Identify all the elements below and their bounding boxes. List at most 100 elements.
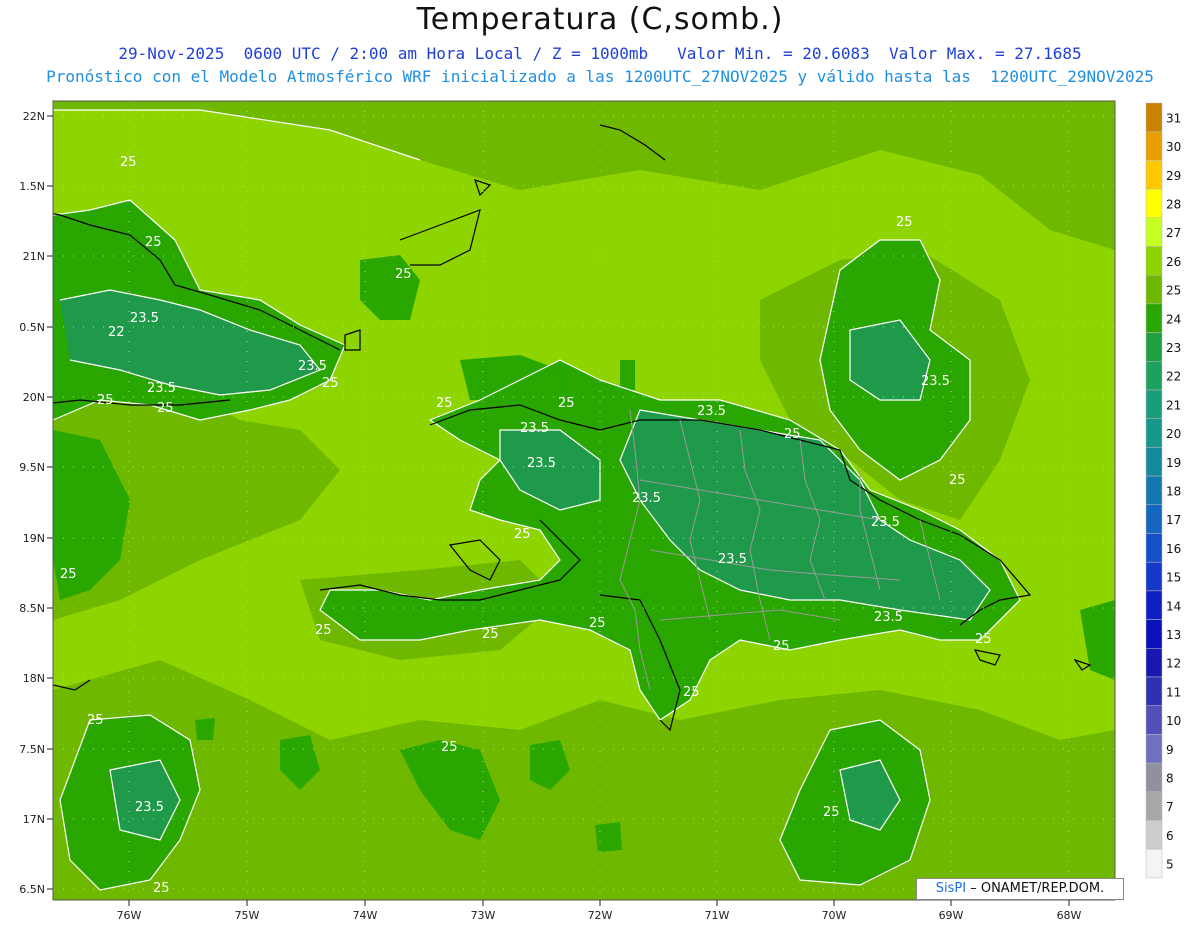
colorbar-swatch (1145, 619, 1163, 649)
colorbar-swatch (1145, 676, 1163, 706)
colorbar-swatch (1145, 734, 1163, 764)
contour-label: 25 (589, 616, 606, 631)
colorbar-swatch (1145, 217, 1163, 247)
colorbar-label: 29 (1166, 169, 1181, 183)
contour-label: 25 (896, 215, 913, 230)
colorbar-label: 14 (1166, 599, 1181, 613)
forecast-map: 25 25 25 22 23.5 23.5 23.5 25 25 25 25 2… (19, 100, 1181, 922)
lat-label: 9.5N (19, 461, 45, 474)
contour-label: 23.5 (135, 800, 164, 815)
colorbar-label: 10 (1166, 714, 1181, 728)
colorbar-label: 26 (1166, 255, 1181, 269)
colorbar-label: 9 (1166, 743, 1174, 757)
lon-label: 70W (822, 909, 847, 922)
colorbar-swatch (1145, 504, 1163, 534)
colorbar-swatch (1145, 188, 1163, 219)
colorbar-label: 27 (1166, 226, 1181, 240)
contour-label: 25 (315, 623, 332, 638)
lat-label: 17N (23, 813, 45, 826)
lon-label: 76W (117, 909, 142, 922)
colorbar-swatch (1145, 274, 1163, 305)
lon-label: 72W (588, 909, 613, 922)
credit-brand: SisPI (935, 881, 967, 896)
lat-label: 21N (23, 250, 45, 263)
contour-label: 25 (120, 155, 137, 170)
colorbar-swatch (1145, 418, 1163, 448)
contour-label: 25 (975, 632, 992, 647)
lon-label: 75W (235, 909, 260, 922)
longitude-axis: 76W 75W 74W 73W 72W 71W 70W 69W 68W (117, 900, 1082, 922)
colorbar-label: 24 (1166, 312, 1181, 326)
contour-label: 25 (514, 527, 531, 542)
colorbar-label: 5 (1166, 858, 1174, 872)
contour-label: 23.5 (874, 610, 903, 625)
colorbar-label: 8 (1166, 771, 1174, 785)
colorbar: 31 30 29 28 27 26 25 24 23 22 21 20 19 18 17 16 15 14 13 12… (1145, 102, 1181, 879)
colorbar-swatch (1145, 361, 1163, 391)
contour-label: 25 (145, 235, 162, 250)
colorbar-swatch (1145, 246, 1163, 276)
colorbar-swatch (1145, 447, 1163, 477)
contour-label: 25 (482, 627, 499, 642)
colorbar-swatch (1145, 160, 1163, 190)
colorbar-label: 18 (1166, 484, 1181, 498)
contour-label: 25 (157, 401, 174, 416)
contour-label: 23.5 (871, 515, 900, 530)
colorbar-label: 22 (1166, 370, 1181, 384)
contour-label: 23.5 (718, 552, 747, 567)
lon-label: 73W (471, 909, 496, 922)
colorbar-swatch (1145, 848, 1163, 879)
colorbar-swatch (1145, 705, 1163, 735)
lat-label: 1.5N (19, 180, 45, 193)
lat-label: 7.5N (19, 743, 45, 756)
colorbar-label: 15 (1166, 571, 1181, 585)
lon-label: 71W (705, 909, 730, 922)
contour-label: 25 (558, 396, 575, 411)
contour-label: 23.5 (632, 491, 661, 506)
lat-label: 0.5N (19, 321, 45, 334)
lat-label: 20N (23, 391, 45, 404)
colorbar-swatch (1145, 131, 1163, 161)
colorbar-label: 16 (1166, 542, 1181, 556)
colorbar-label: 7 (1166, 800, 1174, 814)
contour-label: 25 (97, 393, 114, 408)
lon-label: 68W (1057, 909, 1082, 922)
colorbar-label: 21 (1166, 398, 1181, 412)
contour-label: 25 (683, 685, 700, 700)
colorbar-label: 13 (1166, 628, 1181, 642)
contour-label: 25 (60, 567, 77, 582)
lat-label: 8.5N (19, 602, 45, 615)
contour-label: 23.5 (697, 404, 726, 419)
model-info-subtitle: Pronóstico con el Modelo Atmosférico WRF… (46, 67, 1154, 86)
contour-label: 22 (108, 325, 125, 340)
colorbar-label: 11 (1166, 685, 1181, 699)
contour-label: 25 (87, 713, 104, 728)
contour-label: 23.5 (298, 359, 327, 374)
colorbar-swatch (1145, 102, 1163, 132)
contour-label: 25 (823, 805, 840, 820)
colorbar-label: 25 (1166, 284, 1181, 298)
colorbar-label: 23 (1166, 341, 1181, 355)
colorbar-swatch (1145, 648, 1163, 678)
lon-label: 74W (353, 909, 378, 922)
valid-time-subtitle: 29-Nov-2025 0600 UTC / 2:00 am Hora Loca… (118, 44, 1082, 63)
colorbar-label: 6 (1166, 829, 1174, 843)
lat-label: 18N (23, 672, 45, 685)
colorbar-swatch (1145, 533, 1163, 563)
latitude-axis: 22N 1.5N 21N 0.5N 20N 9.5N 19N 8.5N 18N … (19, 110, 53, 896)
map-title: Temperatura (C,somb.) (416, 2, 784, 37)
credit-text: – ONAMET/REP.DOM. (970, 881, 1105, 896)
colorbar-swatch (1145, 389, 1163, 419)
lat-label: 22N (23, 110, 45, 123)
colorbar-label: 17 (1166, 513, 1181, 527)
colorbar-swatch (1145, 791, 1163, 821)
contour-label: 25 (153, 881, 170, 896)
contour-label: 25 (773, 639, 790, 654)
contour-label: 25 (784, 427, 801, 442)
credit-box: SisPI – ONAMET/REP.DOM. (916, 878, 1124, 900)
contour-label: 23.5 (520, 421, 549, 436)
lat-label: 19N (23, 532, 45, 545)
contour-label: 23.5 (147, 381, 176, 396)
colorbar-swatch (1145, 475, 1163, 506)
colorbar-swatch (1145, 561, 1163, 592)
